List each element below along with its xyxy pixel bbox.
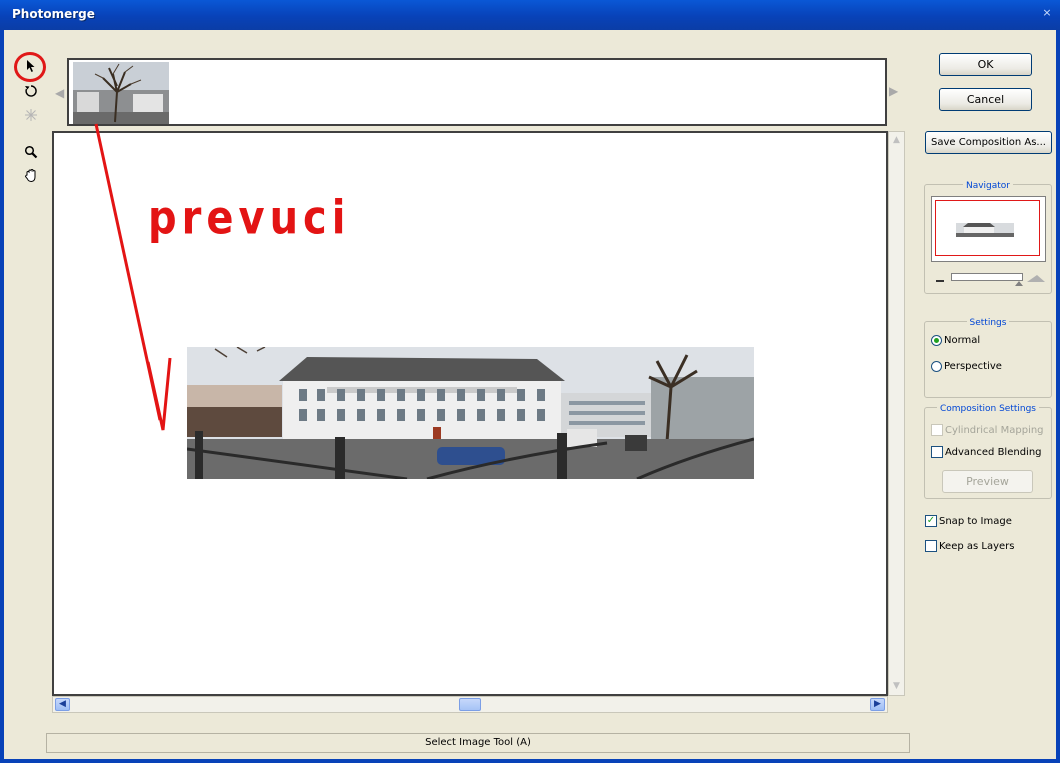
keep-as-layers-label: Keep as Layers (939, 540, 1015, 552)
zoom-slider[interactable] (951, 273, 1023, 281)
keep-as-layers-checkbox[interactable]: Keep as Layers (925, 540, 1015, 552)
navigator-label: Navigator (962, 181, 1014, 191)
navigator-panorama-thumb (956, 223, 1014, 237)
advanced-blending-checkbox[interactable]: Advanced Blending (931, 446, 1042, 458)
zoom-in-icon[interactable] (1027, 275, 1045, 282)
cylindrical-mapping-checkbox: Cylindrical Mapping (931, 424, 1044, 436)
perspective-radio[interactable]: Perspective (931, 361, 1002, 372)
ok-button[interactable]: OK (939, 53, 1032, 76)
cancel-button[interactable]: Cancel (939, 88, 1032, 111)
advanced-blending-label: Advanced Blending (945, 446, 1042, 458)
snap-to-image-box[interactable]: ✓ (925, 515, 937, 527)
perspective-radio-label: Perspective (944, 361, 1002, 372)
normal-radio-label: Normal (944, 335, 981, 346)
preview-button: Preview (942, 470, 1033, 493)
keep-as-layers-box[interactable] (925, 540, 937, 552)
settings-group: Settings (924, 318, 1052, 398)
cylindrical-mapping-box (931, 424, 943, 436)
perspective-radio-button[interactable] (931, 361, 942, 372)
save-composition-button[interactable]: Save Composition As... (925, 131, 1052, 154)
snap-to-image-checkbox[interactable]: ✓ Snap to Image (925, 515, 1012, 527)
composition-settings-label: Composition Settings (937, 404, 1039, 414)
panorama-composite-image[interactable] (186, 346, 755, 481)
normal-radio[interactable]: Normal (931, 335, 980, 346)
status-bar: Select Image Tool (A) (46, 733, 910, 753)
normal-radio-button[interactable] (931, 335, 942, 346)
cylindrical-mapping-label: Cylindrical Mapping (945, 424, 1044, 436)
zoom-slider-thumb[interactable] (1015, 281, 1023, 286)
zoom-out-icon[interactable] (936, 276, 944, 282)
settings-label: Settings (966, 318, 1010, 328)
snap-to-image-label: Snap to Image (939, 515, 1012, 527)
advanced-blending-box[interactable] (931, 446, 943, 458)
navigator-preview[interactable] (931, 196, 1046, 262)
